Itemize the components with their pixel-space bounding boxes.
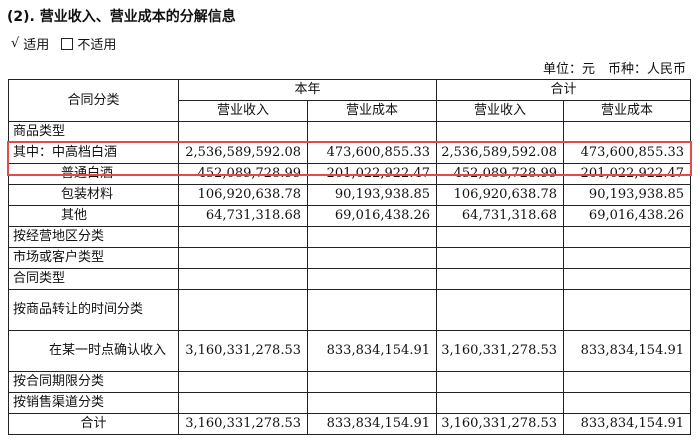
cell-cy-cost [306, 226, 438, 248]
table-row: 包装材料 106,920,638.78 90,193,938.85 106,92… [8, 184, 692, 206]
cell-cy-cost [306, 121, 438, 143]
cell-total-revenue [436, 268, 565, 290]
cell-total-cost [563, 226, 692, 248]
cell-total-revenue [436, 247, 565, 269]
cell-total-revenue [436, 392, 565, 414]
cell-cy-cost: 833,834,154.91 [306, 413, 438, 435]
table-row: 其中：中高档白酒 2,536,589,592.08 473,600,855.33… [8, 142, 692, 164]
unit-currency-line: 单位：元 币种：人民币 [542, 62, 686, 77]
cell-cy-revenue: 2,536,589,592.08 [178, 142, 308, 164]
cell-cy-cost: 201,022,922.47 [306, 163, 438, 185]
cell-cy-cost [306, 247, 438, 269]
cell-cy-cost: 90,193,938.85 [306, 184, 438, 206]
applicable-label: 适用 [23, 38, 50, 53]
table-row: 按合同期限分类 [8, 371, 692, 393]
table-row: 按经营地区分类 [8, 226, 692, 248]
cell-cy-revenue [178, 268, 308, 290]
cell-total-cost [563, 289, 692, 331]
cell-total-revenue: 452,089,728.99 [436, 163, 565, 185]
cell-cy-cost: 833,834,154.91 [306, 330, 438, 372]
table-row: 按商品转让的时间分类 [8, 289, 692, 331]
cell-cy-revenue [178, 121, 308, 143]
table-row: 商品类型 [8, 121, 692, 143]
cell-total-revenue: 2,536,589,592.08 [436, 142, 565, 164]
row-label: 按商品转让的时间分类 [8, 289, 179, 331]
cell-total-cost: 69,016,438.26 [563, 205, 692, 227]
row-label: 其中：中高档白酒 [8, 142, 179, 164]
row-label: 市场或客户类型 [8, 247, 179, 269]
cell-total-cost [563, 121, 692, 143]
cell-total-revenue [436, 289, 565, 331]
cell-cy-revenue: 64,731,318.68 [178, 205, 308, 227]
applicability-line: √ 适用 不适用 [11, 34, 116, 53]
header-total-revenue: 营业收入 [436, 100, 565, 122]
row-label: 包装材料 [8, 184, 179, 206]
cell-cy-revenue: 452,089,728.99 [178, 163, 308, 185]
cell-total-cost [563, 247, 692, 269]
cell-total-cost: 833,834,154.91 [563, 330, 692, 372]
cell-total-cost: 833,834,154.91 [563, 413, 692, 435]
header-contract-class: 合同分类 [8, 79, 179, 122]
cell-cy-cost: 473,600,855.33 [306, 142, 438, 164]
cell-total-cost [563, 268, 692, 290]
cell-cy-revenue: 3,160,331,278.53 [178, 413, 308, 435]
cell-cy-cost [306, 392, 438, 414]
cell-total-revenue: 3,160,331,278.53 [436, 330, 565, 372]
row-label: 合计 [8, 413, 179, 435]
cell-cy-revenue [178, 392, 308, 414]
header-cy-cost: 营业成本 [306, 100, 438, 122]
row-label: 其他 [8, 205, 179, 227]
cell-total-cost: 201,022,922.47 [563, 163, 692, 185]
table-row: 市场或客户类型 [8, 247, 692, 269]
table-row: 合计 3,160,331,278.53 833,834,154.91 3,160… [8, 413, 692, 435]
cell-total-revenue: 106,920,638.78 [436, 184, 565, 206]
table-row: 合同类型 [8, 268, 692, 290]
cell-total-revenue: 64,731,318.68 [436, 205, 565, 227]
section-title: (2). 营业收入、营业成本的分解信息 [7, 9, 236, 25]
cell-cy-cost [306, 268, 438, 290]
header-cy-revenue: 营业收入 [178, 100, 308, 122]
header-total: 合计 [436, 79, 692, 101]
revenue-cost-table: 合同分类 本年 合计 营业收入 营业成本 营业收入 营业成本 商品类型 其中：中… [8, 79, 692, 435]
row-label: 普通白酒 [8, 163, 179, 185]
not-applicable-label: 不适用 [77, 38, 117, 53]
cell-total-revenue [436, 371, 565, 393]
cell-total-cost [563, 392, 692, 414]
cell-total-revenue: 3,160,331,278.53 [436, 413, 565, 435]
header-current-year: 本年 [177, 79, 438, 101]
cell-total-cost [563, 371, 692, 393]
cell-cy-cost [306, 371, 438, 393]
check-mark-icon: √ [11, 36, 20, 51]
cell-cy-revenue: 106,920,638.78 [178, 184, 308, 206]
cell-cy-revenue [178, 371, 308, 393]
cell-cy-revenue: 3,160,331,278.53 [178, 330, 308, 372]
row-label: 按合同期限分类 [8, 371, 179, 393]
empty-checkbox-icon [61, 37, 74, 50]
cell-cy-revenue [178, 247, 308, 269]
header-row-1: 合同分类 本年 合计 [8, 79, 692, 122]
header-total-cost: 营业成本 [563, 100, 692, 122]
cell-cy-revenue [178, 289, 308, 331]
cell-total-revenue [436, 121, 565, 143]
row-label: 在某一时点确认收入 [8, 330, 179, 372]
table-row: 普通白酒 452,089,728.99 201,022,922.47 452,0… [8, 163, 692, 185]
cell-total-cost: 473,600,855.33 [563, 142, 692, 164]
table-row: 按销售渠道分类 [8, 392, 692, 414]
row-label: 商品类型 [8, 121, 179, 143]
row-label: 按销售渠道分类 [8, 392, 179, 414]
cell-total-cost: 90,193,938.85 [563, 184, 692, 206]
cell-cy-cost: 69,016,438.26 [306, 205, 438, 227]
row-label: 按经营地区分类 [8, 226, 179, 248]
table-row: 其他 64,731,318.68 69,016,438.26 64,731,31… [8, 205, 692, 227]
cell-cy-revenue [178, 226, 308, 248]
cell-cy-cost [306, 289, 438, 331]
table-row: 在某一时点确认收入 3,160,331,278.53 833,834,154.9… [8, 330, 692, 372]
row-label: 合同类型 [8, 268, 179, 290]
cell-total-revenue [436, 226, 565, 248]
